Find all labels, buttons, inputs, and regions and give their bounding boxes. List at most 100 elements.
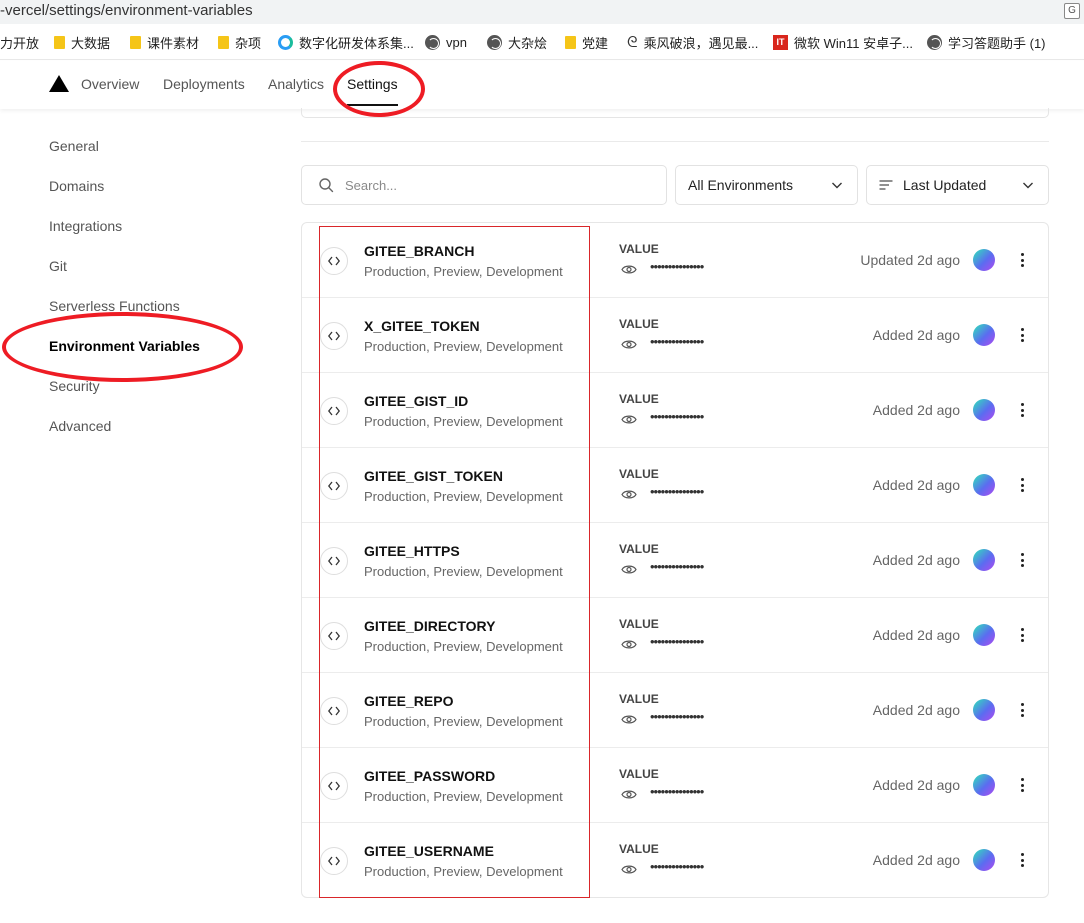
section-divider <box>301 141 1049 142</box>
eye-icon[interactable] <box>621 864 637 875</box>
url-text[interactable]: -vercel/settings/environment-variables <box>0 2 253 19</box>
more-menu-icon[interactable] <box>1012 325 1032 345</box>
bookmark-item[interactable]: 力开放 <box>0 33 39 51</box>
env-var-environments: Production, Preview, Development <box>364 414 563 429</box>
more-menu-icon[interactable] <box>1012 700 1032 720</box>
tab-settings[interactable]: Settings <box>347 76 398 106</box>
bookmark-label: 大数据 <box>71 35 111 51</box>
env-var-row[interactable]: GITEE_PASSWORD Production, Preview, Devel… <box>302 748 1048 823</box>
bookmark-item[interactable]: IT 微软 Win11 安卓子... <box>773 33 913 51</box>
environment-filter-select[interactable]: All Environments <box>675 165 858 205</box>
env-var-row[interactable]: GITEE_BRANCH Production, Preview, Develop… <box>302 223 1048 298</box>
sort-select[interactable]: Last Updated <box>866 165 1049 205</box>
vercel-logo-icon[interactable] <box>49 75 69 92</box>
bookmark-item[interactable]: 课件素材 <box>130 33 199 51</box>
value-label: VALUE <box>619 617 659 631</box>
previous-section-edge <box>301 108 1049 118</box>
env-var-environments: Production, Preview, Development <box>364 789 563 804</box>
more-menu-icon[interactable] <box>1012 850 1032 870</box>
more-menu-icon[interactable] <box>1012 550 1032 570</box>
code-icon <box>320 472 348 500</box>
sidebar-item-serverless-functions[interactable]: Serverless Functions <box>49 298 180 314</box>
more-menu-icon[interactable] <box>1012 775 1032 795</box>
tab-overview[interactable]: Overview <box>81 76 139 92</box>
env-var-row[interactable]: GITEE_USERNAME Production, Preview, Devel… <box>302 823 1048 897</box>
value-label: VALUE <box>619 467 659 481</box>
env-var-row[interactable]: X_GITEE_TOKEN Production, Preview, Develo… <box>302 298 1048 373</box>
env-var-environments: Production, Preview, Development <box>364 864 563 879</box>
more-menu-icon[interactable] <box>1012 250 1032 270</box>
masked-value: ••••••••••••••• <box>650 259 704 274</box>
project-top-nav: Overview Deployments Analytics Settings <box>0 61 1084 109</box>
eye-icon[interactable] <box>621 264 637 275</box>
bookmark-label: vpn <box>446 34 467 50</box>
value-label: VALUE <box>619 767 659 781</box>
ring-icon <box>278 34 293 50</box>
sidebar-item-domains[interactable]: Domains <box>49 178 104 194</box>
env-var-name: GITEE_HTTPS <box>364 543 460 559</box>
eye-icon[interactable] <box>621 714 637 725</box>
tab-deployments[interactable]: Deployments <box>163 76 245 92</box>
avatar <box>973 324 995 346</box>
env-var-status: Added 2d ago <box>872 702 960 718</box>
value-label: VALUE <box>619 692 659 706</box>
eye-icon[interactable] <box>621 564 637 575</box>
sidebar-item-advanced[interactable]: Advanced <box>49 418 111 434</box>
eye-icon[interactable] <box>621 414 637 425</box>
globe-icon <box>425 34 440 50</box>
sidebar-item-integrations[interactable]: Integrations <box>49 218 122 234</box>
env-var-name: GITEE_DIRECTORY <box>364 618 496 634</box>
masked-value: ••••••••••••••• <box>650 784 704 799</box>
env-var-name: X_GITEE_TOKEN <box>364 318 480 334</box>
bookmark-item[interactable]: 杂项 <box>218 33 261 51</box>
translate-icon[interactable]: G <box>1064 3 1080 19</box>
bookmark-label: 数字化研发体系集... <box>299 35 414 51</box>
bookmark-label: 微软 Win11 安卓子... <box>794 35 913 51</box>
env-var-name: GITEE_BRANCH <box>364 243 475 259</box>
env-var-status: Added 2d ago <box>872 777 960 793</box>
bookmark-item[interactable]: 学习答题助手 (1) <box>927 33 1046 51</box>
masked-value: ••••••••••••••• <box>650 484 704 499</box>
sidebar-item-general[interactable]: General <box>49 138 99 154</box>
env-var-name: GITEE_USERNAME <box>364 843 494 859</box>
value-label: VALUE <box>619 842 659 856</box>
environment-filter-value: All Environments <box>688 177 794 193</box>
bookmark-item[interactable]: 大杂烩 <box>487 33 547 51</box>
eye-icon[interactable] <box>621 339 637 350</box>
env-var-row[interactable]: GITEE_GIST_TOKEN Production, Preview, Dev… <box>302 448 1048 523</box>
env-var-environments: Production, Preview, Development <box>364 264 563 279</box>
bookmark-label: 杂项 <box>235 35 262 51</box>
eye-icon[interactable] <box>621 489 637 500</box>
env-var-row[interactable]: GITEE_DIRECTORY Production, Preview, Deve… <box>302 598 1048 673</box>
more-menu-icon[interactable] <box>1012 400 1032 420</box>
search-input[interactable] <box>345 177 635 193</box>
search-icon <box>319 178 334 193</box>
masked-value: ••••••••••••••• <box>650 709 704 724</box>
code-icon <box>320 622 348 650</box>
browser-url-bar[interactable]: -vercel/settings/environment-variables G <box>0 0 1084 24</box>
bookmark-label: 乘风破浪，遇见最... <box>643 35 759 51</box>
bookmark-item[interactable]: vpn <box>425 33 467 51</box>
sidebar-item-environment-variables[interactable]: Environment Variables <box>49 338 200 354</box>
eye-icon[interactable] <box>621 639 637 650</box>
bookmark-item[interactable]: 数字化研发体系集... <box>278 33 414 51</box>
tab-analytics[interactable]: Analytics <box>268 76 324 92</box>
env-var-row[interactable]: GITEE_GIST_ID Production, Preview, Develo… <box>302 373 1048 448</box>
env-var-status: Added 2d ago <box>872 402 960 418</box>
globe-icon <box>927 34 942 50</box>
eye-icon[interactable] <box>621 789 637 800</box>
more-menu-icon[interactable] <box>1012 475 1032 495</box>
env-var-row[interactable]: GITEE_REPO Production, Preview, Developme… <box>302 673 1048 748</box>
env-var-environments: Production, Preview, Development <box>364 489 563 504</box>
bookmark-item[interactable]: ᘓ 乘风破浪，遇见最... <box>627 33 758 51</box>
search-box[interactable] <box>301 165 667 205</box>
sidebar-item-security[interactable]: Security <box>49 378 100 394</box>
avatar <box>973 474 995 496</box>
env-var-row[interactable]: GITEE_HTTPS Production, Preview, Developm… <box>302 523 1048 598</box>
bookmark-item[interactable]: 大数据 <box>54 33 110 51</box>
more-menu-icon[interactable] <box>1012 625 1032 645</box>
avatar <box>973 699 995 721</box>
bookmark-item[interactable]: 党建 <box>565 33 608 51</box>
sidebar-item-git[interactable]: Git <box>49 258 67 274</box>
value-label: VALUE <box>619 317 659 331</box>
